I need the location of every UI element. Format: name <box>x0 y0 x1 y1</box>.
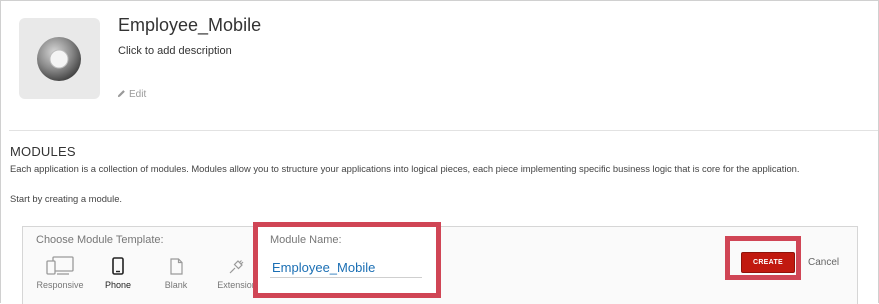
plug-icon <box>229 260 244 274</box>
phone-icon <box>112 257 124 275</box>
pencil-icon <box>117 90 125 98</box>
app-title: Employee_Mobile <box>118 15 262 35</box>
responsive-icon <box>46 256 74 275</box>
module-name-label: Module Name: <box>270 234 342 246</box>
template-responsive[interactable]: Responsive <box>32 255 88 290</box>
template-phone[interactable]: Phone <box>90 255 146 290</box>
frame-left-border <box>0 0 1 303</box>
section-divider <box>9 130 878 131</box>
app-icon[interactable] <box>19 18 100 99</box>
start-instruction: Start by creating a module. <box>10 193 123 204</box>
modules-heading: MODULES <box>10 144 76 159</box>
cancel-button[interactable]: Cancel <box>808 257 839 268</box>
module-name-input[interactable] <box>270 257 422 278</box>
modules-description: Each application is a collection of modu… <box>10 163 800 174</box>
frame-top-border <box>0 0 879 1</box>
template-blank[interactable]: Blank <box>148 255 204 290</box>
app-description-placeholder[interactable]: Click to add description <box>118 45 232 57</box>
edit-label: Edit <box>129 89 147 100</box>
blank-page-icon <box>169 257 183 275</box>
template-responsive-label: Responsive <box>36 280 84 290</box>
edit-link[interactable]: Edit <box>117 89 146 100</box>
template-blank-label: Blank <box>164 280 188 290</box>
choose-template-label: Choose Module Template: <box>36 234 164 246</box>
template-phone-label: Phone <box>104 280 132 290</box>
disc-icon <box>37 37 81 81</box>
create-button[interactable]: CREATE <box>741 252 795 273</box>
